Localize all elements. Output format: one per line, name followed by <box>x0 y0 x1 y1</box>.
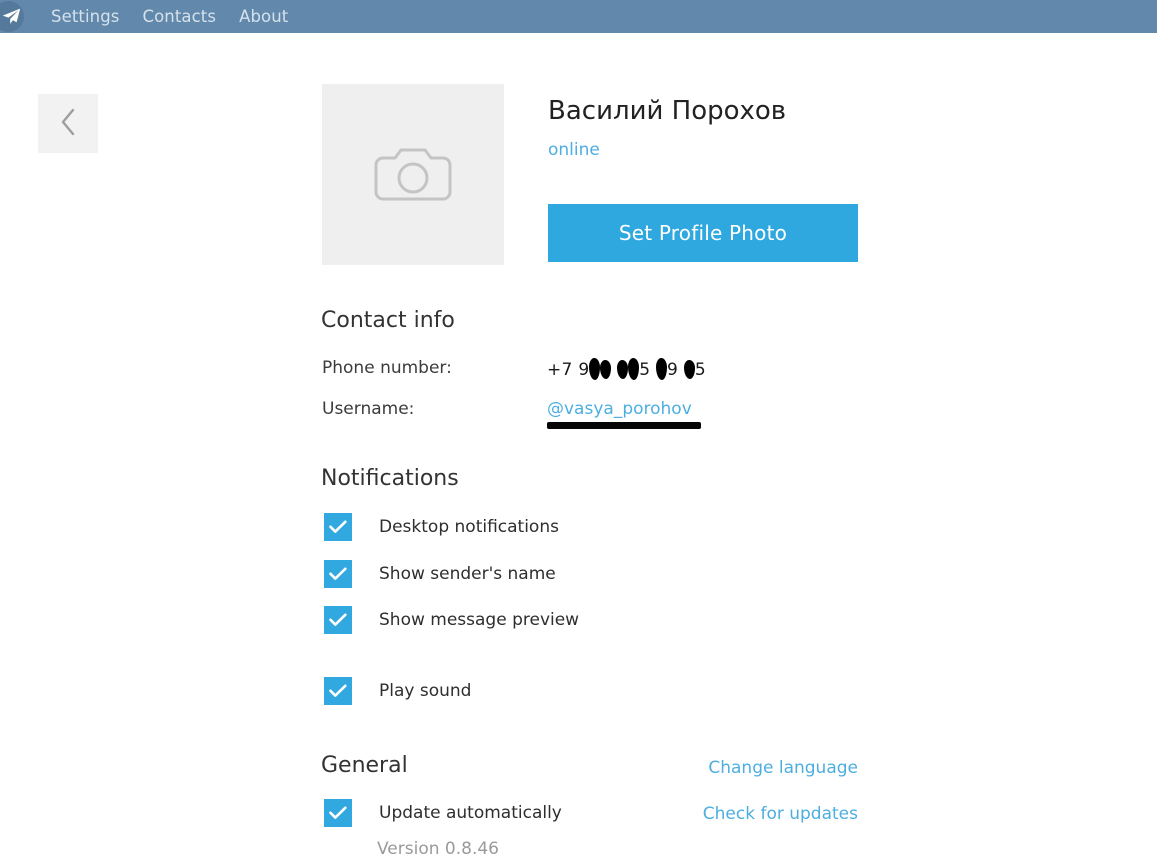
menu-item-settings[interactable]: Settings <box>51 0 119 33</box>
redaction-blob <box>617 360 629 379</box>
titlebar: Settings Contacts About <box>0 0 1157 33</box>
menu-item-about[interactable]: About <box>239 0 288 33</box>
checkbox-show-message-preview[interactable] <box>324 606 352 634</box>
checkbox-show-senders-name[interactable] <box>324 560 352 588</box>
phone-number-text: 5 <box>639 360 657 380</box>
checkbox-update-automatically[interactable] <box>324 799 352 827</box>
setting-label-show-senders-name: Show sender's name <box>379 564 556 584</box>
setting-row-update-automatically[interactable]: Update automatically <box>324 799 562 827</box>
username-value[interactable]: @vasya_porohov <box>547 399 692 419</box>
redaction-blob <box>683 360 695 379</box>
setting-label-play-sound: Play sound <box>379 681 472 701</box>
online-status[interactable]: online <box>548 140 600 160</box>
version-text: Version 0.8.46 <box>377 839 499 859</box>
phone-number-text: 9 <box>667 360 684 380</box>
setting-label-show-message-preview: Show message preview <box>379 610 580 630</box>
set-profile-photo-button[interactable]: Set Profile Photo <box>548 204 858 262</box>
phone-number-value: +7 9 5 9 5 <box>547 358 706 380</box>
redaction-blob <box>628 358 640 380</box>
username-label: Username: <box>322 399 415 419</box>
camera-icon <box>374 142 452 208</box>
menu-item-contacts[interactable]: Contacts <box>142 0 216 33</box>
checkbox-desktop-notifications[interactable] <box>324 513 352 541</box>
setting-row-show-senders-name[interactable]: Show sender's name <box>324 560 556 588</box>
phone-number-text: 5 <box>694 360 706 380</box>
telegram-paper-plane-icon[interactable] <box>0 1 24 32</box>
page-title: Василий Порохов <box>548 96 787 126</box>
redaction-blob <box>656 358 668 380</box>
checkbox-play-sound[interactable] <box>324 677 352 705</box>
back-button[interactable] <box>38 94 98 153</box>
setting-row-desktop-notifications[interactable]: Desktop notifications <box>324 513 559 541</box>
redaction-blob <box>600 360 612 379</box>
change-language-link[interactable]: Change language <box>708 758 858 778</box>
notifications-heading: Notifications <box>321 466 459 491</box>
setting-row-show-message-preview[interactable]: Show message preview <box>324 606 579 634</box>
general-heading: General <box>321 753 408 778</box>
setting-label-desktop-notifications: Desktop notifications <box>379 517 559 537</box>
redaction-bar <box>547 422 701 429</box>
phone-number-text: +7 9 <box>547 360 590 380</box>
setting-row-play-sound[interactable]: Play sound <box>324 677 471 705</box>
phone-number-label: Phone number: <box>322 358 452 378</box>
redaction-blob <box>589 358 601 380</box>
chevron-left-icon <box>60 108 77 140</box>
main-menu: Settings Contacts About <box>51 0 288 33</box>
avatar[interactable] <box>322 84 504 265</box>
contact-info-heading: Contact info <box>321 308 455 333</box>
setting-label-update-automatically: Update automatically <box>379 803 562 823</box>
check-for-updates-link[interactable]: Check for updates <box>703 804 858 824</box>
